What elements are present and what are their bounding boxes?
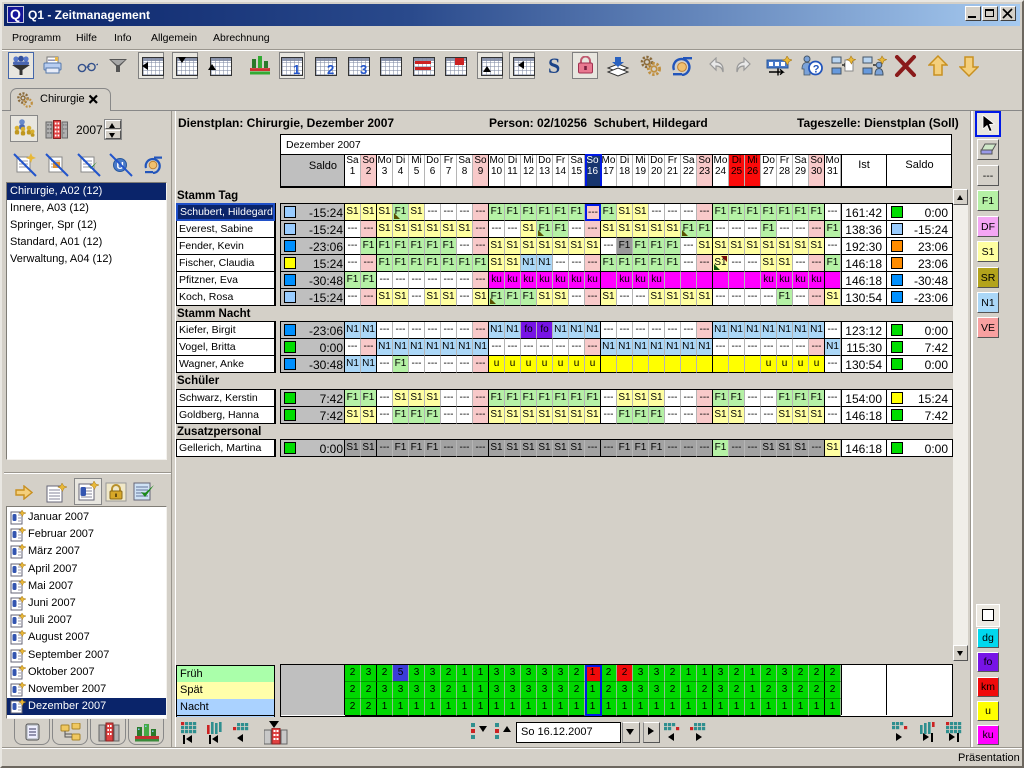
svg-text:?: ? [813, 64, 820, 76]
